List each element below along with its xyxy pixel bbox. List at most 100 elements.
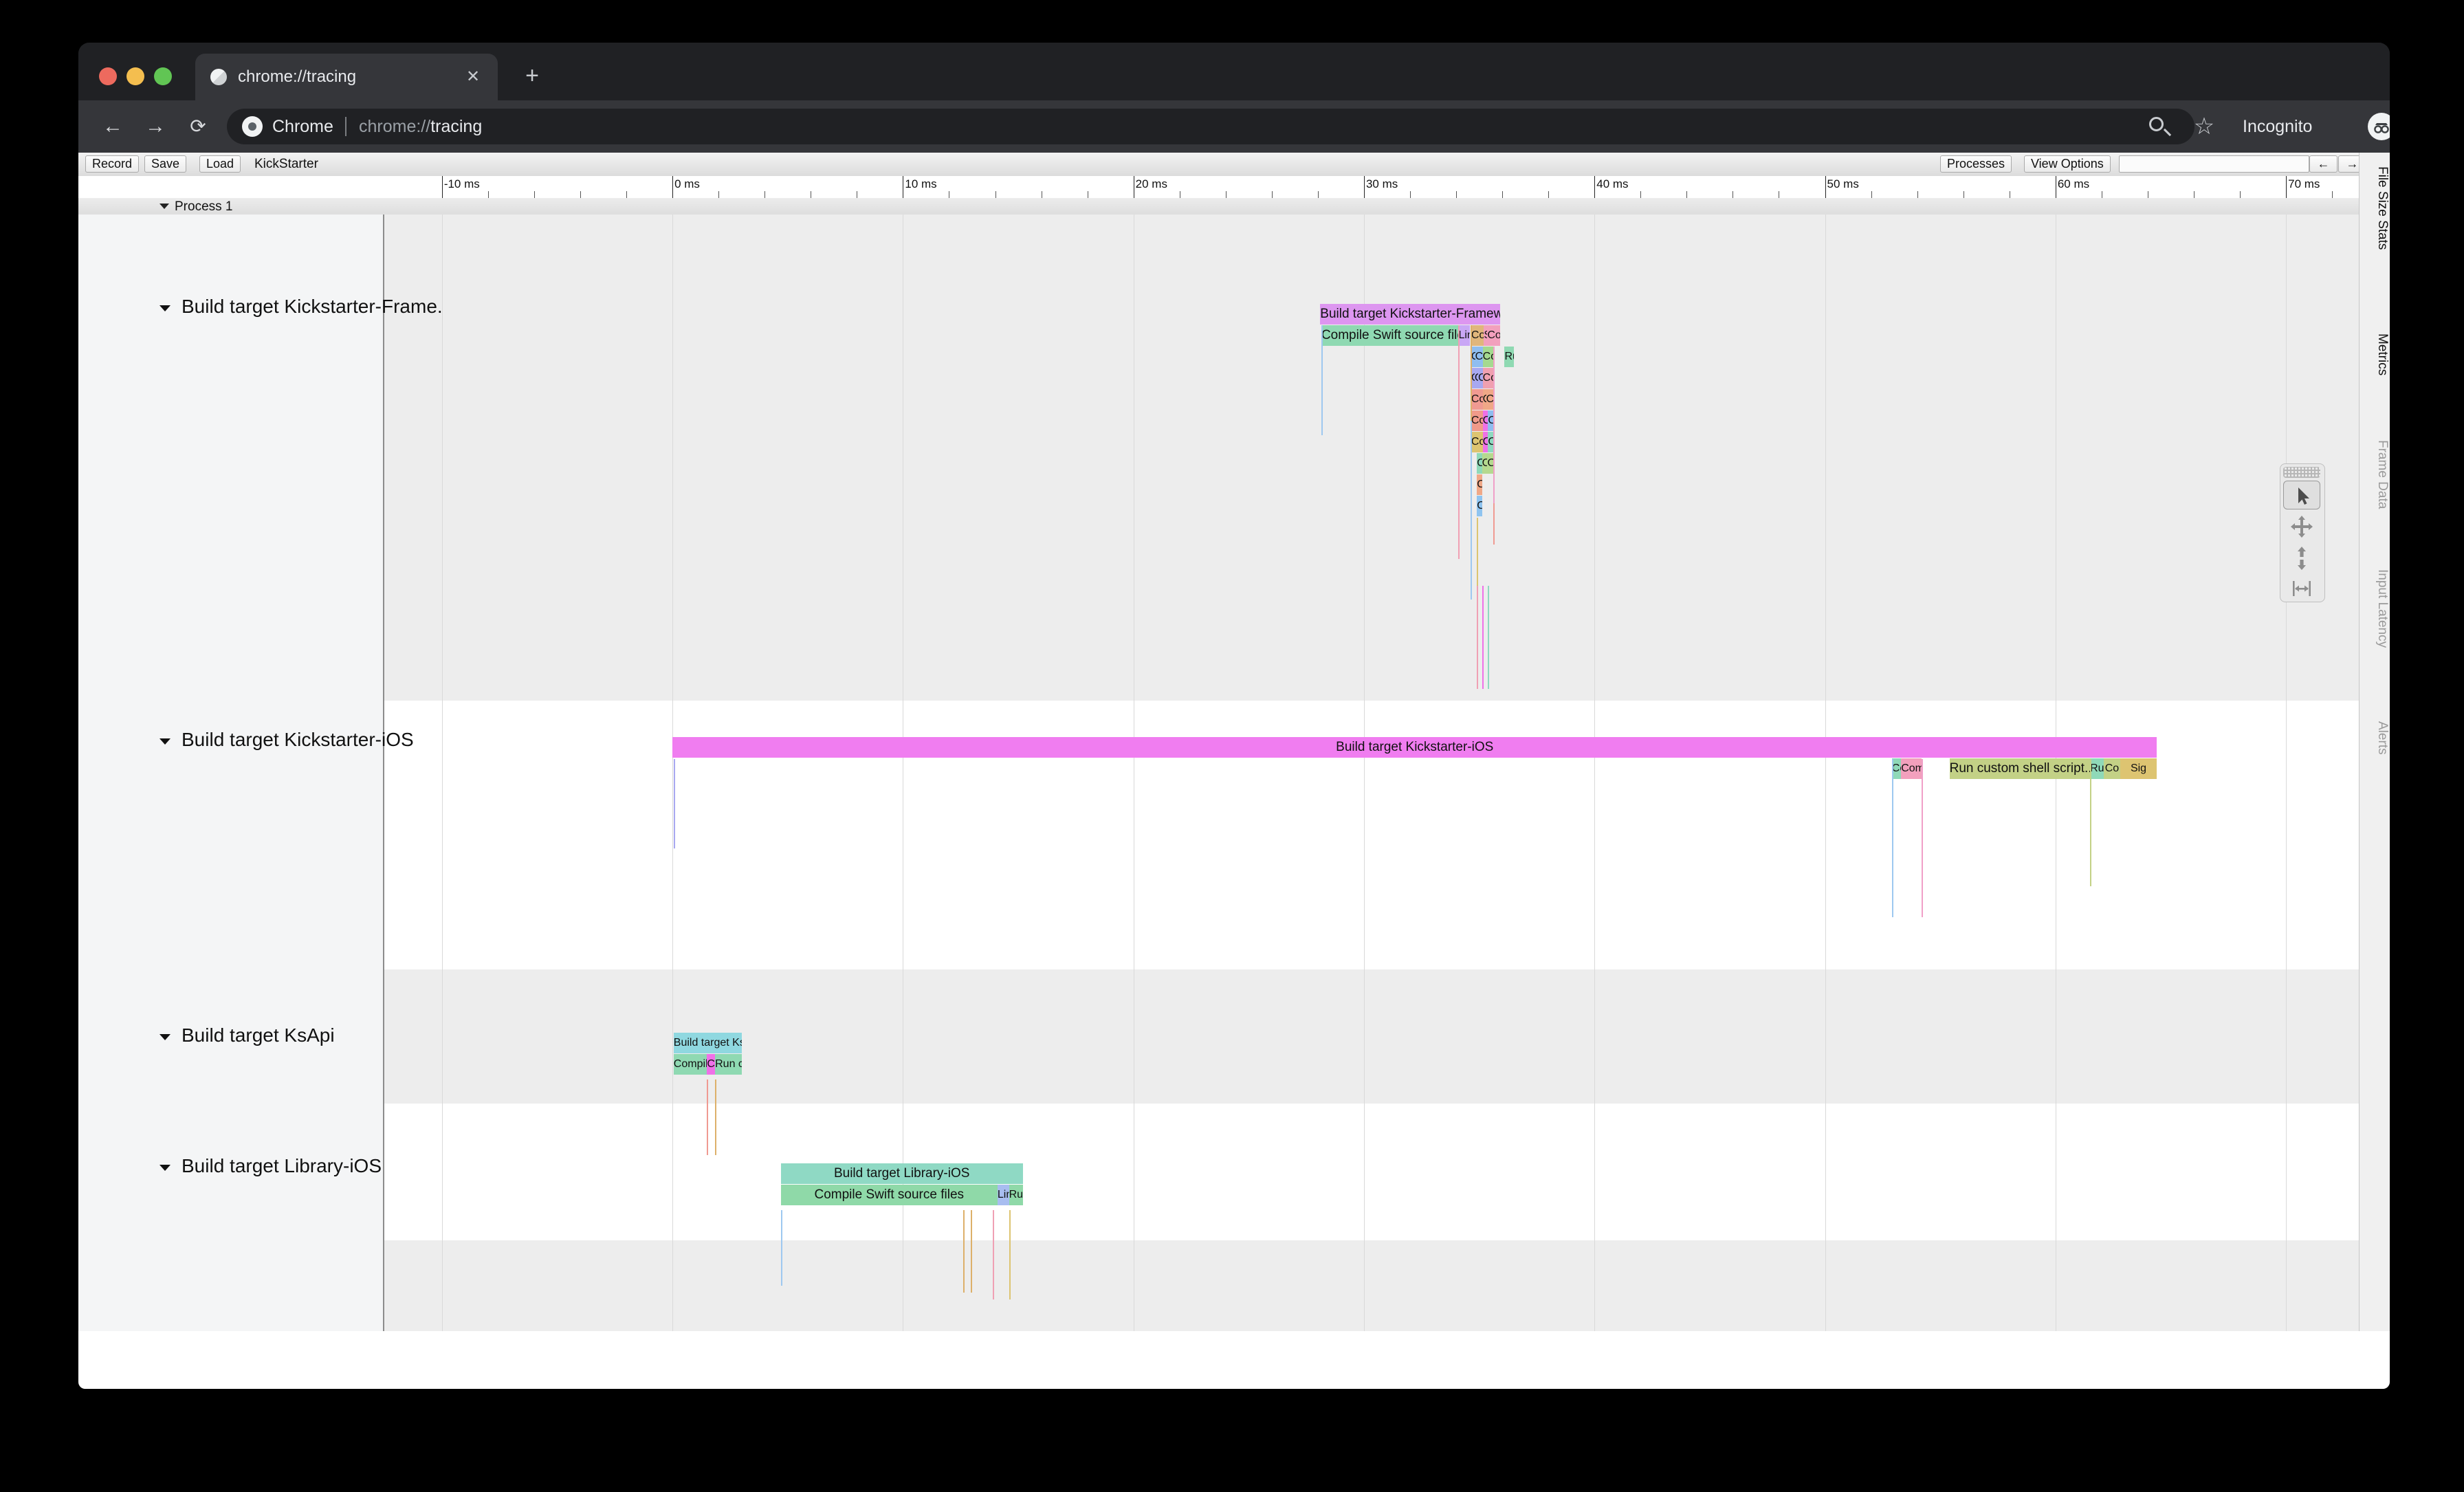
trace-slice[interactable]: Com... [1482,347,1493,367]
trace-slice[interactable]: Lin [1458,325,1471,346]
slice-flow-line [707,1079,709,1155]
back-arrow-icon[interactable]: ← [96,110,129,143]
palette-drag-handle[interactable] [2283,467,2320,478]
rail-tab-frame-data[interactable]: Frame Data [2360,440,2390,509]
new-tab-button[interactable]: + [518,62,546,89]
ruler-minor-tick [1917,191,1918,198]
trace-slice[interactable]: Ru [1504,347,1514,367]
timeline-gridline [1594,215,1596,1331]
trace-slice[interactable]: Com... [1471,410,1483,431]
process-header[interactable]: Process 1 [78,198,2390,215]
address-bar[interactable]: Chrome chrome://tracing [227,109,2194,144]
trace-slice[interactable]: Co [1477,496,1482,516]
ruler-minor-tick [1686,191,1688,198]
trace-slice[interactable]: Co [1482,453,1488,474]
ruler-tick-label: 60 ms [2057,177,2090,190]
trace-slice[interactable]: Co [1488,410,1493,431]
trace-slice[interactable]: Com... [1901,758,1922,779]
trace-slice[interactable]: Run cu... [715,1054,742,1075]
trace-slice[interactable]: Co [1482,432,1488,452]
trace-slice[interactable]: Ru [2090,758,2104,779]
group-collapse-caret-icon[interactable] [160,738,170,745]
trace-slice[interactable]: Co [2104,758,2120,779]
tab-favicon-icon [210,69,227,85]
trace-slice[interactable]: Co [1482,410,1488,431]
ruler-minor-tick [718,191,720,198]
trace-slice[interactable]: Co [1471,325,1476,346]
incognito-avatar-icon[interactable] [2368,113,2390,140]
trace-slice[interactable]: Compil... [1487,325,1500,346]
select-tool-button[interactable] [2283,481,2320,509]
trace-slice[interactable]: Co... [1486,389,1493,410]
reload-icon[interactable]: ⟳ [182,110,214,143]
track-group-2[interactable]: Build target Kickstarter-iOS [78,729,414,752]
track-group-1[interactable]: Build target Kickstarter-Frame. [78,296,443,319]
trace-slice[interactable]: Co [1891,758,1902,779]
window-close-button[interactable] [99,67,117,85]
trace-slice[interactable]: Com... [1471,389,1483,410]
rail-tab-file-size-stats[interactable]: File Size Stats [2360,166,2390,250]
bookmark-star-icon[interactable]: ☆ [2190,113,2218,140]
trace-slice[interactable]: Com... [1471,432,1483,452]
group-collapse-caret-icon[interactable] [160,305,170,311]
forward-arrow-icon[interactable]: → [139,110,172,143]
omnibox-scheme-label: Chrome [272,117,333,136]
ruler-minor-tick [1502,191,1504,198]
omnibox-separator [345,117,346,136]
rail-tab-alerts[interactable]: Alerts [2360,721,2390,755]
trace-slice[interactable]: Compile Swift source files [1321,325,1459,346]
trace-slice[interactable]: Co [1477,453,1482,474]
timeline-plot[interactable]: Build target Kickstarter-Framework-iOSCo… [384,215,2390,1331]
rail-tab-input-latency[interactable]: Input Latency [2360,569,2390,648]
trace-slice[interactable]: Build target Kickstarter-Framework-iOS [1320,304,1500,325]
trace-slice[interactable]: Co [1487,453,1493,474]
rail-tab-metrics[interactable]: Metrics [2360,333,2390,375]
trace-slice[interactable]: Compile Swift source files [780,1185,998,1205]
trace-slice[interactable]: Sig [2120,758,2157,779]
timeline-canvas[interactable]: Build target Kickstarter-Framework-iOSCo… [78,215,2390,1331]
search-input[interactable] [2119,155,2309,173]
group-collapse-caret-icon[interactable] [160,1034,170,1040]
pan-tool-button[interactable] [2283,512,2320,541]
track-group-4[interactable]: Build target Library-iOS [78,1155,383,1178]
save-button[interactable]: Save [144,155,187,173]
timing-tool-button[interactable] [2283,574,2320,603]
view-options-button[interactable]: View Options [2024,155,2111,173]
process-collapse-caret-icon[interactable] [160,204,169,209]
trace-slice[interactable]: Build target KsApi [673,1033,742,1053]
trace-slice[interactable]: Com [1477,368,1483,388]
ruler-tick-label: 50 ms [1827,177,1859,190]
track-group-3[interactable]: Build target KsApi [78,1024,383,1048]
time-ruler[interactable]: -10 ms 0 ms 10 ms 20 ms 30 ms 40 ms 50 ms 60 ms… [78,176,2390,198]
trace-slice[interactable]: Co [1488,432,1493,452]
trace-slice[interactable]: Run custom shell script... [1949,758,2091,779]
browser-tab[interactable]: chrome://tracing ✕ [195,54,498,100]
zoom-tool-button[interactable] [2283,544,2320,573]
tool-palette[interactable] [2280,463,2325,602]
window-minimize-button[interactable] [126,67,144,85]
timeline-gridline [1363,215,1365,1331]
slice-flow-line [1009,1210,1011,1299]
trace-slice[interactable]: Build target Kickstarter-iOS [672,737,2157,758]
ruler-tick-label: 20 ms [1135,177,1167,190]
trace-slice[interactable]: Co [707,1054,716,1075]
processes-button[interactable]: Processes [1940,155,2012,173]
trace-slice[interactable]: Compi. [1475,347,1483,367]
trace-slice[interactable]: Compile Swi... [673,1054,707,1075]
search-prev-button[interactable]: ← [2309,155,2338,173]
window-maximize-button[interactable] [154,67,172,85]
trace-slice[interactable]: Ru [1009,1185,1023,1205]
browser-window: chrome://tracing ✕ + ← → ⟳ Chrome chrome… [78,43,2390,1389]
zoom-out-icon[interactable] [2148,116,2172,140]
slice-flow-line [1922,759,1924,917]
trace-slice[interactable]: Build target Library-iOS [780,1163,1023,1184]
record-button[interactable]: Record [85,155,140,173]
load-button[interactable]: Load [199,155,241,173]
trace-slice[interactable]: Co [1477,474,1482,495]
group-collapse-caret-icon[interactable] [160,1165,170,1171]
analysis-tab-rail[interactable]: File Size Stats Metrics Frame Data Input La… [2359,153,2390,1331]
ruler-minor-tick [2332,191,2333,198]
trace-slice[interactable]: Com... [1482,368,1493,388]
trace-slice[interactable]: Lin [997,1185,1009,1205]
tab-close-icon[interactable]: ✕ [463,67,483,87]
